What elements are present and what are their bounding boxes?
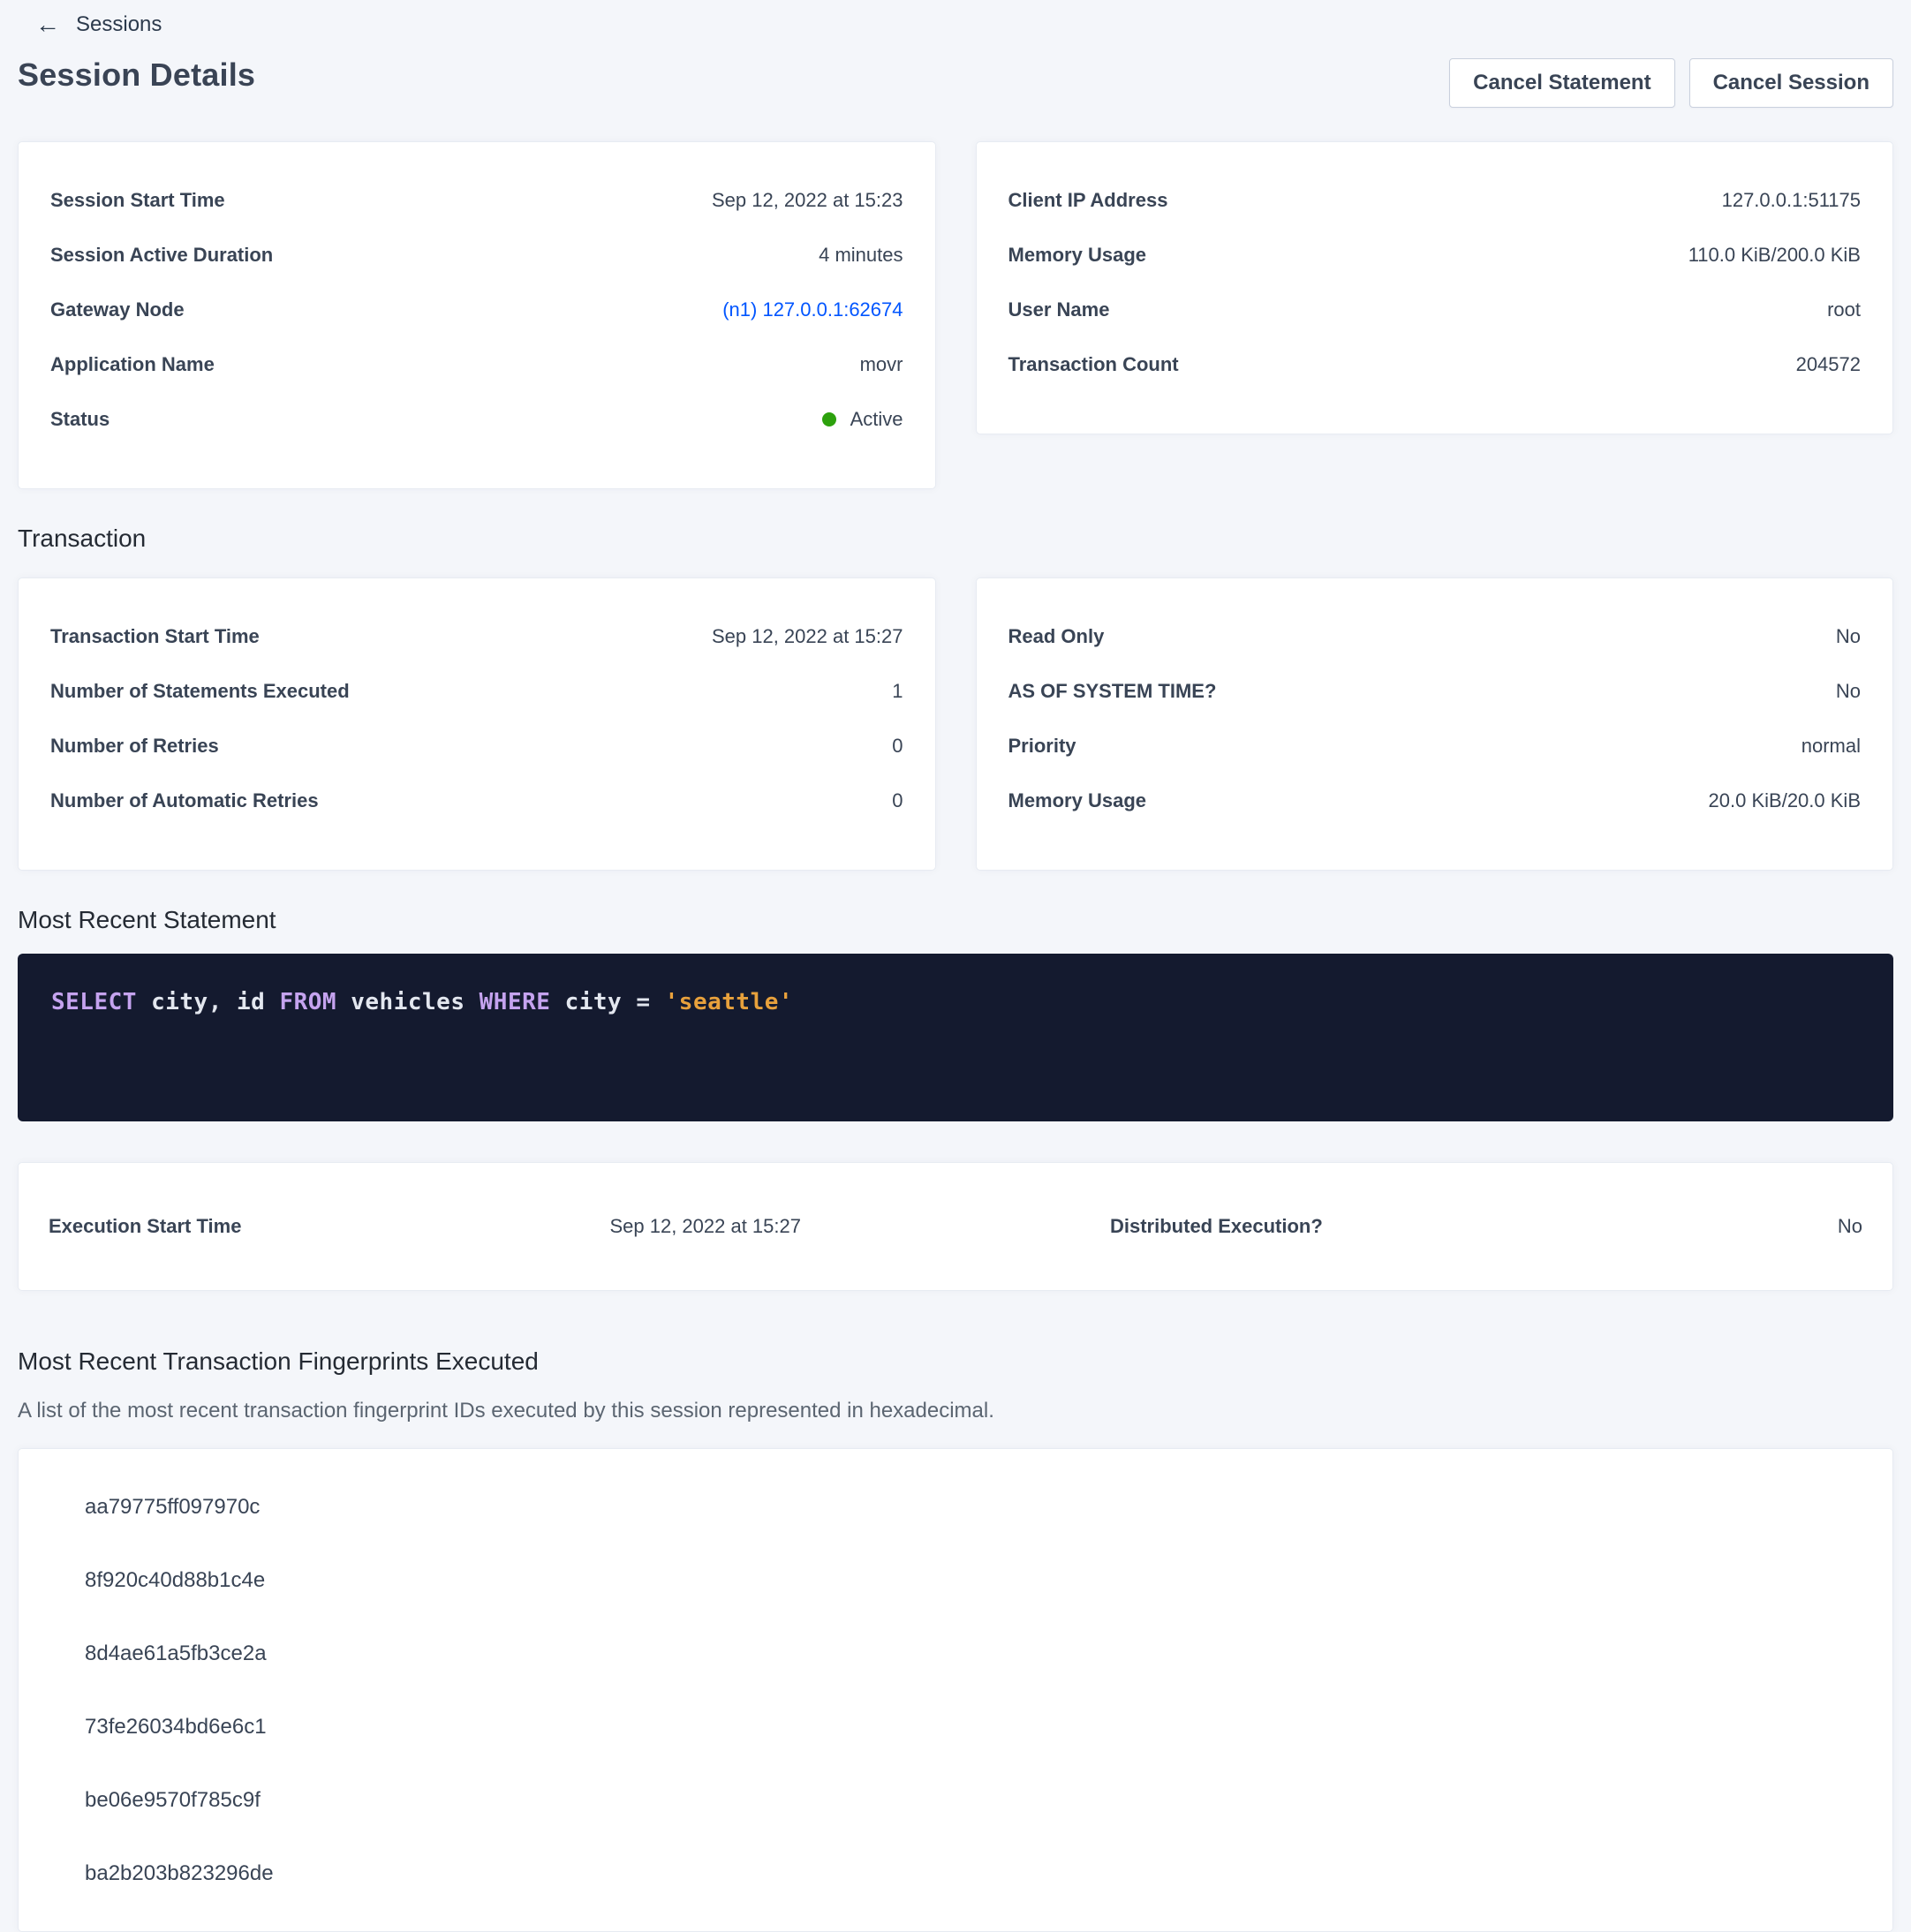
row-value: No bbox=[1836, 679, 1861, 704]
row-label: Number of Automatic Retries bbox=[50, 789, 319, 813]
row-value: No bbox=[1838, 1214, 1862, 1239]
row-value: movr bbox=[860, 352, 903, 377]
sql-token: FROM bbox=[279, 989, 336, 1015]
row-label: Client IP Address bbox=[1008, 188, 1168, 213]
cancel-session-button[interactable]: Cancel Session bbox=[1689, 58, 1893, 108]
row-value: normal bbox=[1801, 734, 1861, 758]
execution-info-card: Execution Start Time Sep 12, 2022 at 15:… bbox=[18, 1162, 1893, 1291]
back-link-label: Sessions bbox=[76, 12, 162, 37]
row-label: Memory Usage bbox=[1008, 243, 1147, 268]
row-value: 0 bbox=[892, 789, 903, 813]
summary-row: Distributed Execution? No bbox=[1110, 1214, 1862, 1239]
summary-row: Read Only No bbox=[1008, 624, 1862, 649]
status-value: Active bbox=[850, 407, 903, 432]
row-value: 20.0 KiB/20.0 KiB bbox=[1709, 789, 1861, 813]
sql-token: WHERE bbox=[480, 989, 551, 1015]
client-info-card: Client IP Address 127.0.0.1:51175 Memory… bbox=[976, 141, 1894, 434]
row-value: 204572 bbox=[1796, 352, 1861, 377]
sql-token: city, id bbox=[137, 989, 280, 1015]
row-value: Sep 12, 2022 at 15:27 bbox=[609, 1214, 801, 1239]
session-info-card: Session Start Time Sep 12, 2022 at 15:23… bbox=[18, 141, 936, 489]
row-label: Transaction Count bbox=[1008, 352, 1179, 377]
row-label: Read Only bbox=[1008, 624, 1105, 649]
fingerprints-description: A list of the most recent transaction fi… bbox=[18, 1399, 1893, 1423]
row-value: 127.0.0.1:51175 bbox=[1722, 188, 1861, 213]
summary-row: Transaction Start Time Sep 12, 2022 at 1… bbox=[50, 624, 903, 649]
fingerprints-section-title: Most Recent Transaction Fingerprints Exe… bbox=[18, 1347, 1893, 1376]
fingerprints-card: aa79775ff097970c 8f920c40d88b1c4e 8d4ae6… bbox=[18, 1448, 1893, 1932]
gateway-node-link[interactable]: (n1) 127.0.0.1:62674 bbox=[722, 298, 903, 322]
sql-token: city = bbox=[550, 989, 664, 1015]
summary-row: Session Active Duration 4 minutes bbox=[50, 243, 903, 268]
sql-token: SELECT bbox=[51, 989, 137, 1015]
row-label: User Name bbox=[1008, 298, 1110, 322]
summary-row: Number of Automatic Retries 0 bbox=[50, 789, 903, 813]
row-label: Priority bbox=[1008, 734, 1076, 758]
row-label: Number of Statements Executed bbox=[50, 679, 350, 704]
sql-statement-code: SELECT city, id FROM vehicles WHERE city… bbox=[51, 989, 1860, 1015]
session-summary-row: Session Start Time Sep 12, 2022 at 15:23… bbox=[18, 141, 1893, 489]
fingerprint-list-item: aa79775ff097970c bbox=[49, 1470, 1862, 1543]
row-value: 4 minutes bbox=[819, 243, 903, 268]
transaction-info-card: Transaction Start Time Sep 12, 2022 at 1… bbox=[18, 577, 936, 871]
transaction-summary-row: Transaction Start Time Sep 12, 2022 at 1… bbox=[18, 577, 1893, 871]
row-label: AS OF SYSTEM TIME? bbox=[1008, 679, 1217, 704]
fingerprint-list-item: ba2b203b823296de bbox=[49, 1837, 1862, 1910]
summary-row: Status Active bbox=[50, 407, 903, 432]
row-label: Distributed Execution? bbox=[1110, 1214, 1323, 1239]
session-details-page: ← Sessions Session Details Cancel Statem… bbox=[0, 0, 1911, 1932]
status-badge: Active bbox=[822, 407, 903, 432]
fingerprint-list-item: 8f920c40d88b1c4e bbox=[49, 1543, 1862, 1617]
summary-row: Application Name movr bbox=[50, 352, 903, 377]
summary-row: Memory Usage 20.0 KiB/20.0 KiB bbox=[1008, 789, 1862, 813]
row-label: Status bbox=[50, 407, 110, 432]
summary-row: Gateway Node (n1) 127.0.0.1:62674 bbox=[50, 298, 903, 322]
summary-row: Memory Usage 110.0 KiB/200.0 KiB bbox=[1008, 243, 1862, 268]
back-to-sessions-link[interactable]: ← Sessions bbox=[35, 12, 162, 37]
statement-section-title: Most Recent Statement bbox=[18, 906, 1893, 934]
summary-row: Session Start Time Sep 12, 2022 at 15:23 bbox=[50, 188, 903, 213]
row-label: Gateway Node bbox=[50, 298, 185, 322]
summary-row: User Name root bbox=[1008, 298, 1862, 322]
row-label: Memory Usage bbox=[1008, 789, 1147, 813]
row-value: Sep 12, 2022 at 15:23 bbox=[712, 188, 903, 213]
row-label: Execution Start Time bbox=[49, 1214, 241, 1239]
cancel-statement-button[interactable]: Cancel Statement bbox=[1449, 58, 1674, 108]
row-value: 1 bbox=[892, 679, 903, 704]
summary-row: Priority normal bbox=[1008, 734, 1862, 758]
row-label: Number of Retries bbox=[50, 734, 219, 758]
fingerprint-list-item: 73fe26034bd6e6c1 bbox=[49, 1690, 1862, 1763]
sql-token: vehicles bbox=[336, 989, 480, 1015]
row-value: No bbox=[1836, 624, 1861, 649]
header-actions: Cancel Statement Cancel Session bbox=[1449, 58, 1893, 108]
row-value: Sep 12, 2022 at 15:27 bbox=[712, 624, 903, 649]
status-active-icon bbox=[822, 412, 836, 426]
fingerprint-list-item: 8d4ae61a5fb3ce2a bbox=[49, 1617, 1862, 1690]
row-value: 0 bbox=[892, 734, 903, 758]
fingerprint-list-item: be06e9570f785c9f bbox=[49, 1763, 1862, 1837]
summary-row: Client IP Address 127.0.0.1:51175 bbox=[1008, 188, 1862, 213]
row-label: Transaction Start Time bbox=[50, 624, 260, 649]
page-header: Session Details Cancel Statement Cancel … bbox=[18, 57, 1893, 108]
page-title: Session Details bbox=[18, 57, 255, 94]
row-value: root bbox=[1827, 298, 1861, 322]
row-label: Session Active Duration bbox=[50, 243, 273, 268]
row-value: 110.0 KiB/200.0 KiB bbox=[1688, 243, 1861, 268]
summary-row: Transaction Count 204572 bbox=[1008, 352, 1862, 377]
summary-row: Number of Retries 0 bbox=[50, 734, 903, 758]
summary-row: Number of Statements Executed 1 bbox=[50, 679, 903, 704]
summary-row: Execution Start Time Sep 12, 2022 at 15:… bbox=[49, 1214, 801, 1239]
summary-row: AS OF SYSTEM TIME? No bbox=[1008, 679, 1862, 704]
sql-statement-box: SELECT city, id FROM vehicles WHERE city… bbox=[18, 954, 1893, 1121]
row-label: Session Start Time bbox=[50, 188, 225, 213]
transaction-settings-card: Read Only No AS OF SYSTEM TIME? No Prior… bbox=[976, 577, 1894, 871]
back-arrow-icon: ← bbox=[35, 14, 60, 35]
transaction-section-title: Transaction bbox=[18, 525, 1893, 553]
sql-token: 'seattle' bbox=[665, 989, 793, 1015]
row-label: Application Name bbox=[50, 352, 215, 377]
